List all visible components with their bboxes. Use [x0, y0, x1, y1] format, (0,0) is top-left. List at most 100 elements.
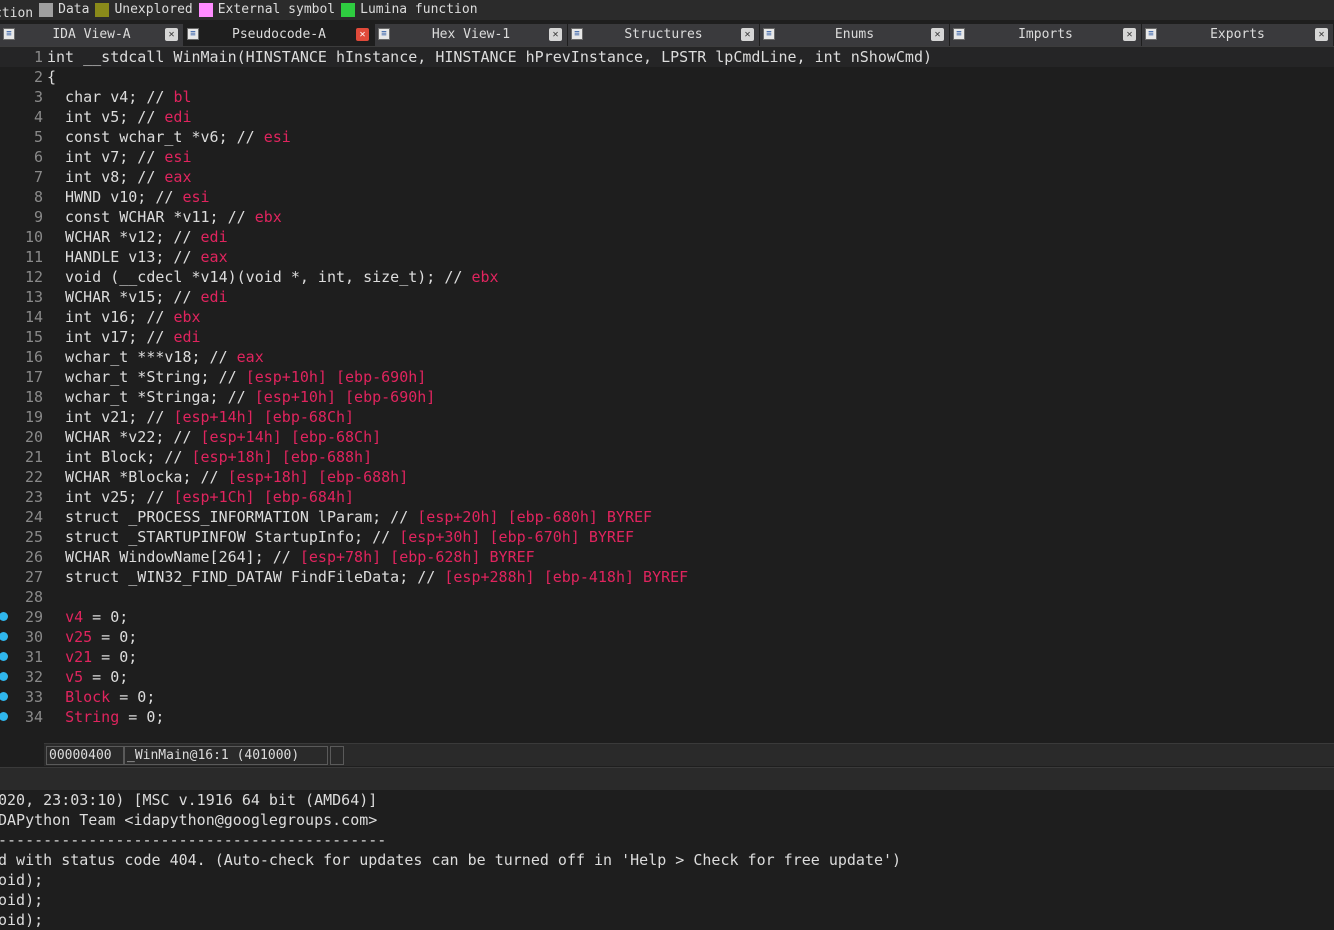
close-icon[interactable]: ✕: [549, 28, 562, 41]
code-line[interactable]: 6 int v7; // esi: [0, 147, 1334, 167]
color-legend-bar: ction Data Unexplored External symbol Lumina…: [0, 0, 1334, 20]
code-line[interactable]: 28: [0, 587, 1334, 607]
tab-hex-view-1[interactable]: ≡ Hex View-1 ✕: [375, 24, 568, 46]
pseudocode-status-bar: 00000400 _WinMain@16:1 (401000): [44, 743, 1334, 766]
code-text: String = 0;: [47, 707, 164, 727]
local-variable: Block: [65, 688, 111, 706]
code-line[interactable]: 30 v25 = 0;: [0, 627, 1334, 647]
code-token: HWND v10; //: [47, 188, 183, 206]
line-number: 31: [24, 648, 43, 666]
code-token: WCHAR *Blocka; //: [47, 468, 228, 486]
legend-swatch: [198, 3, 213, 17]
line-number: 14: [24, 308, 43, 326]
tab-label: Hex View-1: [431, 27, 511, 42]
code-text: WCHAR *v15; // edi: [47, 287, 228, 307]
code-line[interactable]: 17 wchar_t *String; // [esp+10h] [ebp-69…: [0, 367, 1334, 387]
code-line[interactable]: 21 int Block; // [esp+18h] [ebp-688h]: [0, 447, 1334, 467]
pseudocode-editor[interactable]: 1 int __stdcall WinMain(HINSTANCE hInstan…: [0, 47, 1334, 743]
code-line[interactable]: 8 HWND v10; // esi: [0, 187, 1334, 207]
code-line[interactable]: 32 v5 = 0;: [0, 667, 1334, 687]
code-line[interactable]: 7 int v8; // eax: [0, 167, 1334, 187]
code-text: Block = 0;: [47, 687, 155, 707]
code-line[interactable]: 27 struct _WIN32_FIND_DATAW FindFileData…: [0, 567, 1334, 587]
legend-item: Lumina function: [341, 0, 478, 20]
code-line[interactable]: 9 const WCHAR *v11; // ebx: [0, 207, 1334, 227]
code-line[interactable]: 1 int __stdcall WinMain(HINSTANCE hInstan…: [0, 47, 1334, 67]
close-icon[interactable]: ✕: [1315, 28, 1328, 41]
output-line: 020, 23:03:10) [MSC v.1916 64 bit (AMD64…: [0, 791, 378, 809]
code-token: WCHAR *v22; //: [47, 428, 201, 446]
code-line[interactable]: 20 WCHAR *v22; // [esp+14h] [ebp-68Ch]: [0, 427, 1334, 447]
code-line[interactable]: 4 int v5; // edi: [0, 107, 1334, 127]
code-line[interactable]: 10 WCHAR *v12; // edi: [0, 227, 1334, 247]
code-line[interactable]: 23 int v25; // [esp+1Ch] [ebp-684h]: [0, 487, 1334, 507]
code-text: {: [47, 67, 56, 87]
tab-enums[interactable]: ≡ Enums ✕: [760, 24, 950, 46]
panel-divider[interactable]: [0, 767, 1334, 791]
code-line[interactable]: 31 v21 = 0;: [0, 647, 1334, 667]
code-line[interactable]: 3 char v4; // bl: [0, 87, 1334, 107]
code-text: const wchar_t *v6; // esi: [47, 127, 291, 147]
tab-pseudocode-a[interactable]: ≡ Pseudocode-A ✕: [184, 24, 375, 46]
close-icon[interactable]: ✕: [165, 28, 178, 41]
line-number: 21: [24, 448, 43, 466]
code-line[interactable]: 29 v4 = 0;: [0, 607, 1334, 627]
register-comment: edi: [200, 288, 228, 306]
register-comment: ebx: [471, 268, 499, 286]
output-window[interactable]: 020, 23:03:10) [MSC v.1916 64 bit (AMD64…: [0, 790, 1334, 930]
code-line[interactable]: 15 int v17; // edi: [0, 327, 1334, 347]
legend-item: Unexplored: [95, 0, 193, 20]
line-number: 29: [24, 608, 43, 626]
close-icon[interactable]: ✕: [931, 28, 944, 41]
legend-item: ction: [0, 4, 33, 20]
code-token: WCHAR WindowName[264]; //: [47, 548, 300, 566]
code-text: struct _PROCESS_INFORMATION lParam; // […: [47, 507, 652, 527]
code-token: int v8; //: [47, 168, 165, 186]
code-line[interactable]: 13 WCHAR *v15; // edi: [0, 287, 1334, 307]
line-number: 33: [24, 688, 43, 706]
code-text: int v8; // eax: [47, 167, 191, 187]
code-line[interactable]: 22 WCHAR *Blocka; // [esp+18h] [ebp-688h…: [0, 467, 1334, 487]
tab-exports[interactable]: ≡ Exports ✕: [1142, 24, 1334, 46]
code-line[interactable]: 18 wchar_t *Stringa; // [esp+10h] [ebp-6…: [0, 387, 1334, 407]
code-line[interactable]: 14 int v16; // ebx: [0, 307, 1334, 327]
tab-ida-view-a[interactable]: ≡ IDA View-A ✕: [0, 24, 184, 46]
tab-structures[interactable]: ≡ Structures ✕: [568, 24, 760, 46]
code-line[interactable]: 19 int v21; // [esp+14h] [ebp-68Ch]: [0, 407, 1334, 427]
line-number: 15: [24, 328, 43, 346]
code-line[interactable]: 34 String = 0;: [0, 707, 1334, 727]
code-line[interactable]: 33 Block = 0;: [0, 687, 1334, 707]
code-token: int Block; //: [47, 448, 192, 466]
code-text: const WCHAR *v11; // ebx: [47, 207, 282, 227]
tab-imports[interactable]: ≡ Imports ✕: [950, 24, 1142, 46]
code-line[interactable]: 11 HANDLE v13; // eax: [0, 247, 1334, 267]
status-address: 00000400: [46, 746, 124, 765]
register-comment: [esp+10h] [ebp-690h]: [254, 388, 436, 406]
status-extra-field: [330, 746, 344, 765]
register-comment: ebx: [173, 308, 201, 326]
code-line[interactable]: 12 void (__cdecl *v14)(void *, int, size…: [0, 267, 1334, 287]
code-line[interactable]: 26 WCHAR WindowName[264]; // [esp+78h] […: [0, 547, 1334, 567]
register-comment: esi: [182, 188, 210, 206]
code-token: wchar_t ***v18; //: [47, 348, 237, 366]
close-icon[interactable]: ✕: [356, 28, 369, 41]
code-line[interactable]: 24 struct _PROCESS_INFORMATION lParam; /…: [0, 507, 1334, 527]
code-line[interactable]: 16 wchar_t ***v18; // eax: [0, 347, 1334, 367]
line-number: 2: [33, 68, 43, 86]
close-icon[interactable]: ✕: [741, 28, 754, 41]
code-text: int v21; // [esp+14h] [ebp-68Ch]: [47, 407, 354, 427]
close-icon[interactable]: ✕: [1123, 28, 1136, 41]
code-line[interactable]: 2{: [0, 67, 1334, 87]
line-number: 7: [33, 168, 43, 186]
local-variable: v21: [65, 648, 93, 666]
register-comment: [esp+30h] [ebp-670h] BYREF: [399, 528, 635, 546]
legend-item: Data: [39, 0, 89, 20]
code-line[interactable]: 25 struct _STARTUPINFOW StartupInfo; // …: [0, 527, 1334, 547]
code-line[interactable]: 5 const wchar_t *v6; // esi: [0, 127, 1334, 147]
tab-label: Structures: [624, 27, 703, 42]
legend-label: Unexplored: [114, 2, 193, 17]
code-token: char v4; //: [47, 88, 174, 106]
code-token: = 0;: [83, 608, 129, 626]
output-line: ----------------------------------------…: [0, 831, 387, 849]
